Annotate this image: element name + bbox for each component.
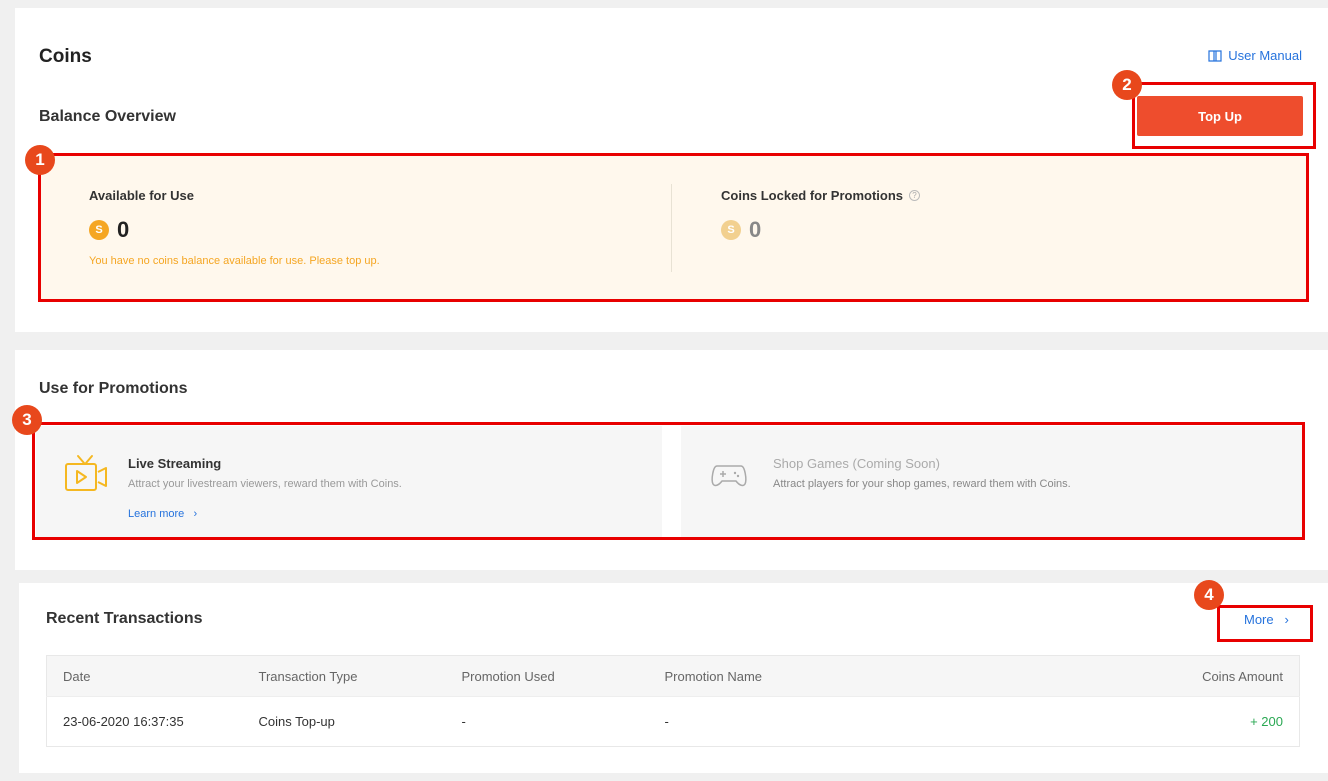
locked-label: Coins Locked for Promotions [721, 188, 904, 203]
annotation-badge-4: 4 [1194, 580, 1224, 610]
column-header-promotion-used: Promotion Used [445, 655, 649, 697]
promo-title: Shop Games (Coming Soon) [773, 456, 940, 471]
help-icon[interactable]: ? [909, 190, 921, 201]
promo-description: Attract players for your shop games, rew… [773, 478, 1071, 490]
book-icon [1208, 49, 1222, 62]
transactions-table: Date Transaction Type Promotion Used Pro… [46, 655, 1300, 747]
balance-divider [671, 184, 672, 272]
more-link[interactable]: More › [1244, 612, 1289, 627]
cell-promotion-used: - [445, 696, 649, 747]
column-header-date: Date [46, 655, 243, 697]
annotation-badge-3: 3 [12, 405, 42, 435]
available-balance: Available for Use S 0 You have no coins … [89, 188, 380, 267]
cell-transaction-type: Coins Top-up [242, 696, 446, 747]
live-stream-icon [65, 455, 107, 491]
column-header-coins-amount: Coins Amount [995, 655, 1300, 697]
top-up-button[interactable]: Top Up [1137, 96, 1303, 136]
user-manual-link[interactable]: User Manual [1208, 48, 1302, 63]
available-label: Available for Use [89, 188, 195, 203]
table-row: 23-06-2020 16:37:35 Coins Top-up - - + 2… [46, 696, 1300, 747]
column-header-promotion-name: Promotion Name [648, 655, 996, 697]
balance-panel: Available for Use S 0 You have no coins … [41, 156, 1306, 299]
annotation-badge-2: 2 [1112, 70, 1142, 100]
column-header-transaction-type: Transaction Type [242, 655, 446, 697]
balance-overview-title: Balance Overview [39, 108, 176, 125]
promo-description: Attract your livestream viewers, reward … [128, 478, 402, 490]
coin-icon: S [89, 220, 109, 240]
more-label: More [1244, 612, 1274, 627]
chevron-right-icon: › [1277, 612, 1289, 627]
promotions-title: Use for Promotions [39, 380, 188, 397]
promotions-list: Live Streaming Attract your livestream v… [36, 426, 1302, 538]
cell-date: 23-06-2020 16:37:35 [46, 696, 243, 747]
annotation-badge-1: 1 [25, 145, 55, 175]
promo-live-streaming[interactable]: Live Streaming Attract your livestream v… [36, 426, 662, 538]
promo-title: Live Streaming [128, 456, 222, 471]
chevron-right-icon: › [187, 508, 198, 520]
learn-more-link[interactable]: Learn more › [128, 508, 197, 520]
promo-shop-games: Shop Games (Coming Soon) Attract players… [681, 426, 1302, 538]
table-header-row: Date Transaction Type Promotion Used Pro… [46, 655, 1300, 697]
page-title: Coins [39, 46, 92, 67]
gamepad-icon [711, 465, 747, 487]
available-value: 0 [117, 217, 130, 242]
user-manual-label: User Manual [1228, 48, 1302, 63]
coin-icon: S [721, 220, 741, 240]
locked-value: 0 [749, 217, 762, 242]
learn-more-label: Learn more [128, 508, 185, 520]
cell-coins-amount: + 200 [995, 696, 1300, 747]
cell-promotion-name: - [648, 696, 996, 747]
recent-transactions-title: Recent Transactions [46, 610, 203, 627]
locked-balance: Coins Locked for Promotions ? S 0 [721, 188, 921, 243]
available-note: You have no coins balance available for … [89, 255, 380, 267]
